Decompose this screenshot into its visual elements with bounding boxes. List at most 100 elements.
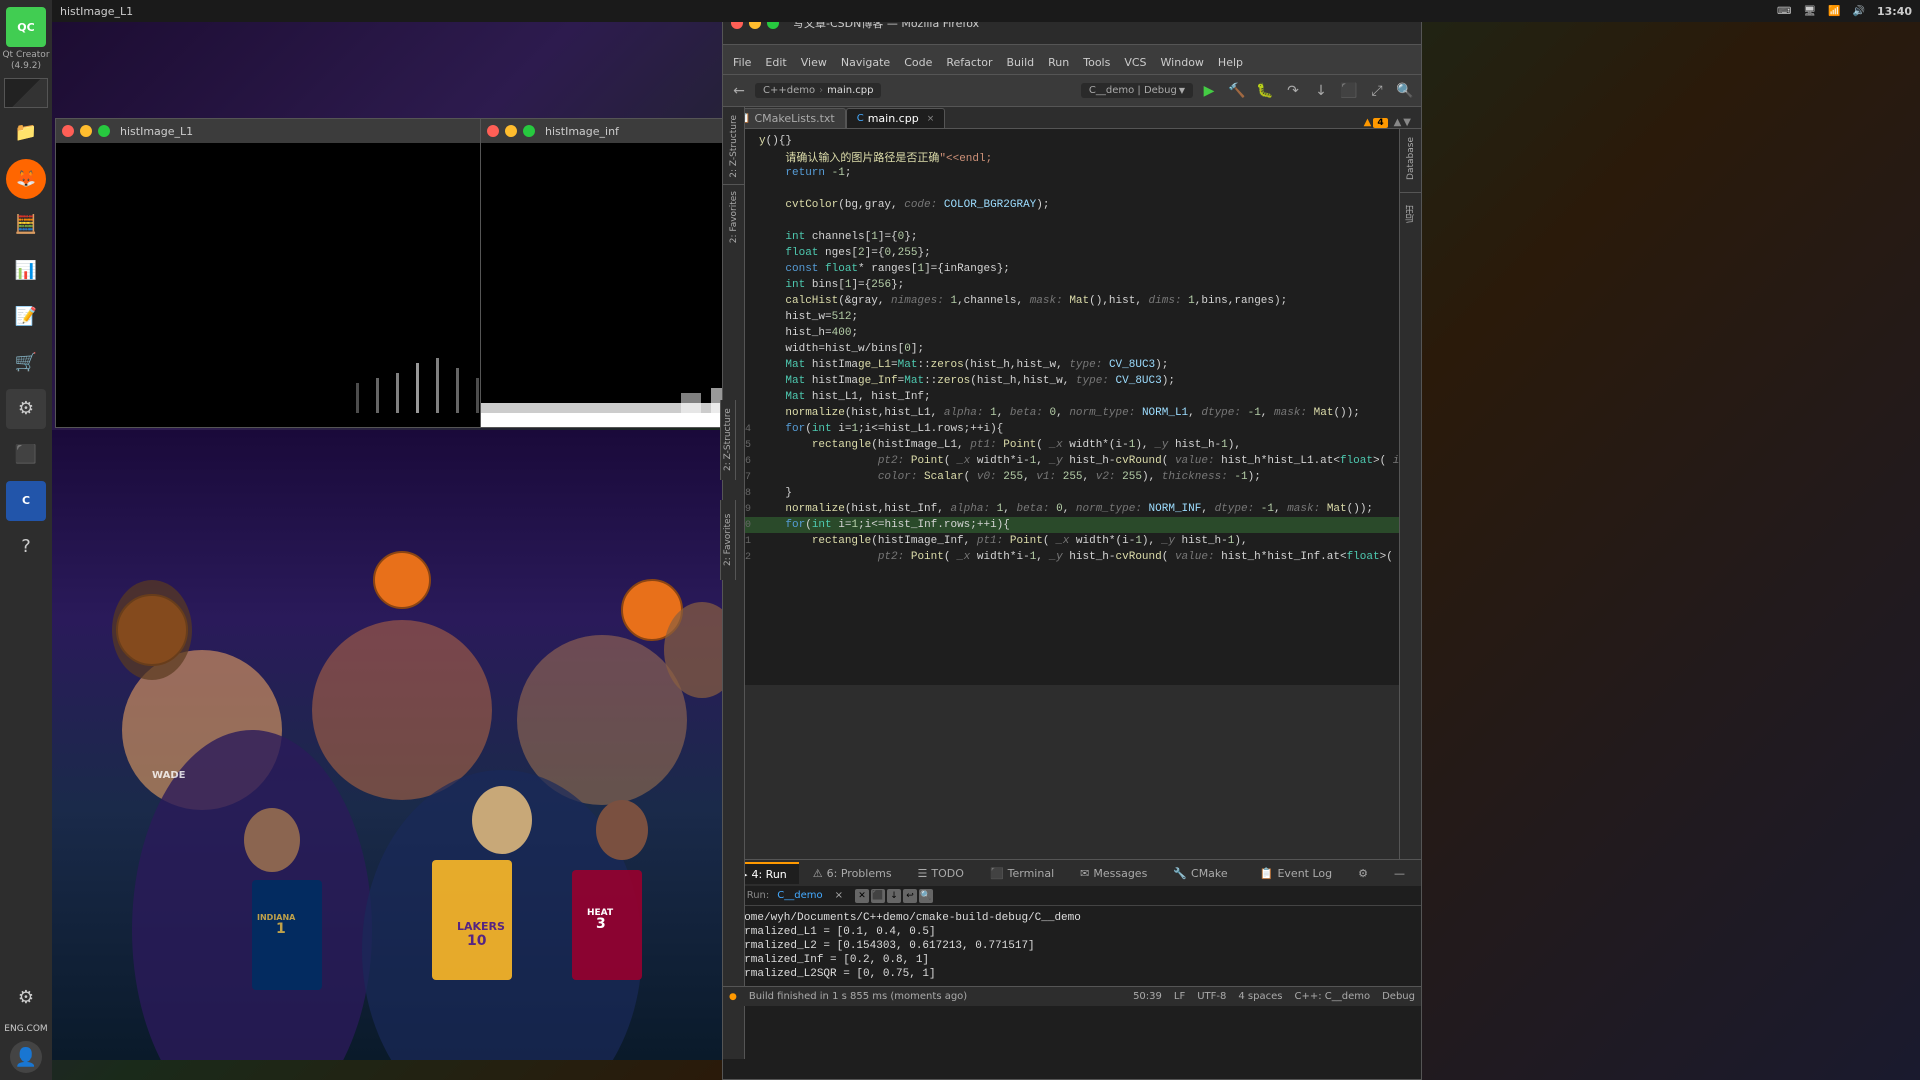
window-thumbnail[interactable] <box>4 78 48 108</box>
event-log-label: Event Log <box>1277 867 1332 880</box>
run-output-line-2: normalized_L2 = [0.154303, 0.617213, 0.7… <box>731 940 1413 952</box>
hist-inf-maximize[interactable] <box>523 125 535 137</box>
menu-view[interactable]: View <box>795 54 833 71</box>
user-avatar[interactable]: 👤 <box>10 1041 42 1073</box>
app-title: histImage_L1 <box>60 5 133 18</box>
code-line: 46 pt2: Point( _x width*i-1, _y hist_h-c… <box>723 453 1407 469</box>
language-mode: C++: C__demo <box>1294 991 1370 1002</box>
debug-button[interactable]: 🐛 <box>1253 79 1277 103</box>
hist-l1-close[interactable] <box>62 125 74 137</box>
tab-cmake[interactable]: 🔧 CMake <box>1161 862 1239 884</box>
topbar-right: ⌨ 🖥 📶 🔊 13:40 <box>1777 5 1912 18</box>
code-line: normalize(hist,hist_L1, alpha: 1, beta: … <box>723 405 1407 421</box>
run-stop-button[interactable]: ⬛ <box>871 889 885 903</box>
debug-config-selector[interactable]: C__demo | Debug ▼ <box>1081 83 1193 98</box>
hist-l1-titlebar: histImage_L1 <box>56 119 514 143</box>
panel-settings-button[interactable]: ⚙ <box>1346 862 1380 884</box>
build-button[interactable]: 🔨 <box>1225 79 1249 103</box>
run-output-panel: /home/wyh/Documents/C++demo/cmake-build-… <box>723 906 1421 986</box>
amazon-taskbar-icon[interactable]: 🛒 <box>6 343 46 383</box>
favorites-panel-btn[interactable]: 2: Favorites <box>727 187 741 247</box>
step-over-button[interactable]: ↷ <box>1281 79 1305 103</box>
files-icon: 📁 <box>15 122 37 143</box>
code-line: Mat histImage_Inf=Mat::zeros(hist_h,hist… <box>723 373 1407 389</box>
hist-l1-window: histImage_L1 <box>55 118 515 428</box>
output-panel-label[interactable]: 后出 <box>1402 201 1419 227</box>
menu-vcs[interactable]: VCS <box>1118 54 1152 71</box>
bottom-panel: ▶ 4: Run ⚠ 6: Problems ☰ TODO ⬛ Terminal… <box>723 859 1421 1079</box>
menu-help[interactable]: Help <box>1212 54 1249 71</box>
menu-tools[interactable]: Tools <box>1077 54 1116 71</box>
step-into-button[interactable]: ↓ <box>1309 79 1333 103</box>
help-taskbar-icon[interactable]: ? <box>6 527 46 567</box>
menu-build[interactable]: Build <box>1001 54 1041 71</box>
tab-todo[interactable]: ☰ TODO <box>906 862 976 884</box>
database-panel-label[interactable]: Database <box>1404 133 1418 184</box>
menu-refactor[interactable]: Refactor <box>940 54 998 71</box>
scroll-up-icon[interactable]: ▲ <box>1394 117 1402 128</box>
files-taskbar-icon[interactable]: 📁 <box>6 113 46 153</box>
svg-text:10: 10 <box>467 933 487 949</box>
hist-l1-minimize[interactable] <box>80 125 92 137</box>
menu-edit[interactable]: Edit <box>759 54 792 71</box>
tab-messages[interactable]: ✉ Messages <box>1068 862 1159 884</box>
menu-navigate[interactable]: Navigate <box>835 54 896 71</box>
tab-terminal[interactable]: ⬛ Terminal <box>978 862 1066 884</box>
tab-event-log[interactable]: 📋 Event Log <box>1248 862 1344 884</box>
run-button[interactable]: ▶ <box>1197 79 1221 103</box>
line-ending: LF <box>1174 991 1185 1002</box>
z-favorites-label[interactable]: 2: Favorites <box>720 500 736 580</box>
qt-creator-icon[interactable]: QC <box>6 7 46 47</box>
qtcreator-toolbar: ← C++demo › main.cpp C__demo | Debug ▼ ▶… <box>723 75 1421 107</box>
calc-taskbar-icon[interactable]: 🧮 <box>6 205 46 245</box>
code-editor[interactable]: y(){} 请确认输入的图片路径是否正确"<<endl; return -1; <box>723 129 1407 685</box>
code-line: 51 rectangle(histImage_Inf, pt1: Point( … <box>723 533 1407 549</box>
hist-l1-title: histImage_L1 <box>120 125 193 138</box>
hist-l1-maximize[interactable] <box>98 125 110 137</box>
run-scroll-button[interactable]: ↓ <box>887 889 901 903</box>
menu-run[interactable]: Run <box>1042 54 1075 71</box>
scroll-down-icon[interactable]: ▼ <box>1403 117 1411 128</box>
system-topbar: histImage_L1 ⌨ 🖥 📶 🔊 13:40 <box>52 0 1920 22</box>
z-structure-label[interactable]: 2: Z-Structure <box>720 400 736 480</box>
cpp-tab-icon: C <box>857 113 864 124</box>
menu-window[interactable]: Window <box>1155 54 1210 71</box>
terminal-taskbar-icon[interactable]: ⬛ <box>6 435 46 475</box>
run-output-line-3: normalized_Inf = [0.2, 0.8, 1] <box>731 954 1413 966</box>
svg-text:LAKERS: LAKERS <box>457 920 505 933</box>
code-line: cvtColor(bg,gray, code: COLOR_BGR2GRAY); <box>723 197 1407 213</box>
firefox-taskbar-icon[interactable]: 🦊 <box>6 159 46 199</box>
menu-file[interactable]: File <box>727 54 757 71</box>
presentation-taskbar-icon[interactable]: 📊 <box>6 251 46 291</box>
settings-taskbar-icon[interactable]: ⚙ <box>6 389 46 429</box>
run-clear-button[interactable]: ✕ <box>855 889 869 903</box>
keyboard-layout[interactable]: ENG.COM <box>4 1020 47 1038</box>
stop-button[interactable]: ⬛ <box>1337 79 1361 103</box>
code-line <box>723 213 1407 229</box>
panel-close-button[interactable]: — <box>1382 862 1417 884</box>
tab-problems[interactable]: ⚠ 6: Problems <box>801 862 904 884</box>
run-zoom-button[interactable]: 🔍 <box>919 889 933 903</box>
tab-main-cpp[interactable]: C main.cpp × <box>846 108 946 128</box>
problems-tab-icon: ⚠ <box>813 867 823 880</box>
project-breadcrumb[interactable]: C++demo › main.cpp <box>755 83 881 98</box>
system-icon: ⚙ <box>18 987 34 1008</box>
run-executable-path: /home/wyh/Documents/C++demo/cmake-build-… <box>731 912 1413 924</box>
back-button[interactable]: ← <box>727 79 751 103</box>
search-button[interactable]: 🔍 <box>1393 79 1417 103</box>
tab-close-icon[interactable]: × <box>927 114 935 124</box>
run-config-label[interactable]: C__demo <box>773 888 826 903</box>
hist-inf-close[interactable] <box>487 125 499 137</box>
maximize-editor-button[interactable]: ⤢ <box>1365 79 1389 103</box>
menu-code[interactable]: Code <box>898 54 938 71</box>
hist-inf-minimize[interactable] <box>505 125 517 137</box>
calc-icon: 🧮 <box>15 214 37 235</box>
system-settings-icon[interactable]: ⚙ <box>6 977 46 1017</box>
run-wrap-button[interactable]: ↩ <box>903 889 917 903</box>
panel-close-icon: — <box>1394 867 1405 880</box>
text-taskbar-icon[interactable]: 📝 <box>6 297 46 337</box>
z-structure-panel-btn[interactable]: 2: Z-Structure <box>727 111 741 182</box>
run-close-icon[interactable]: × <box>831 888 847 903</box>
code-line: 44 for(int i=1;i<=hist_L1.rows;++i){ <box>723 421 1407 437</box>
cpp-taskbar-icon[interactable]: C <box>6 481 46 521</box>
